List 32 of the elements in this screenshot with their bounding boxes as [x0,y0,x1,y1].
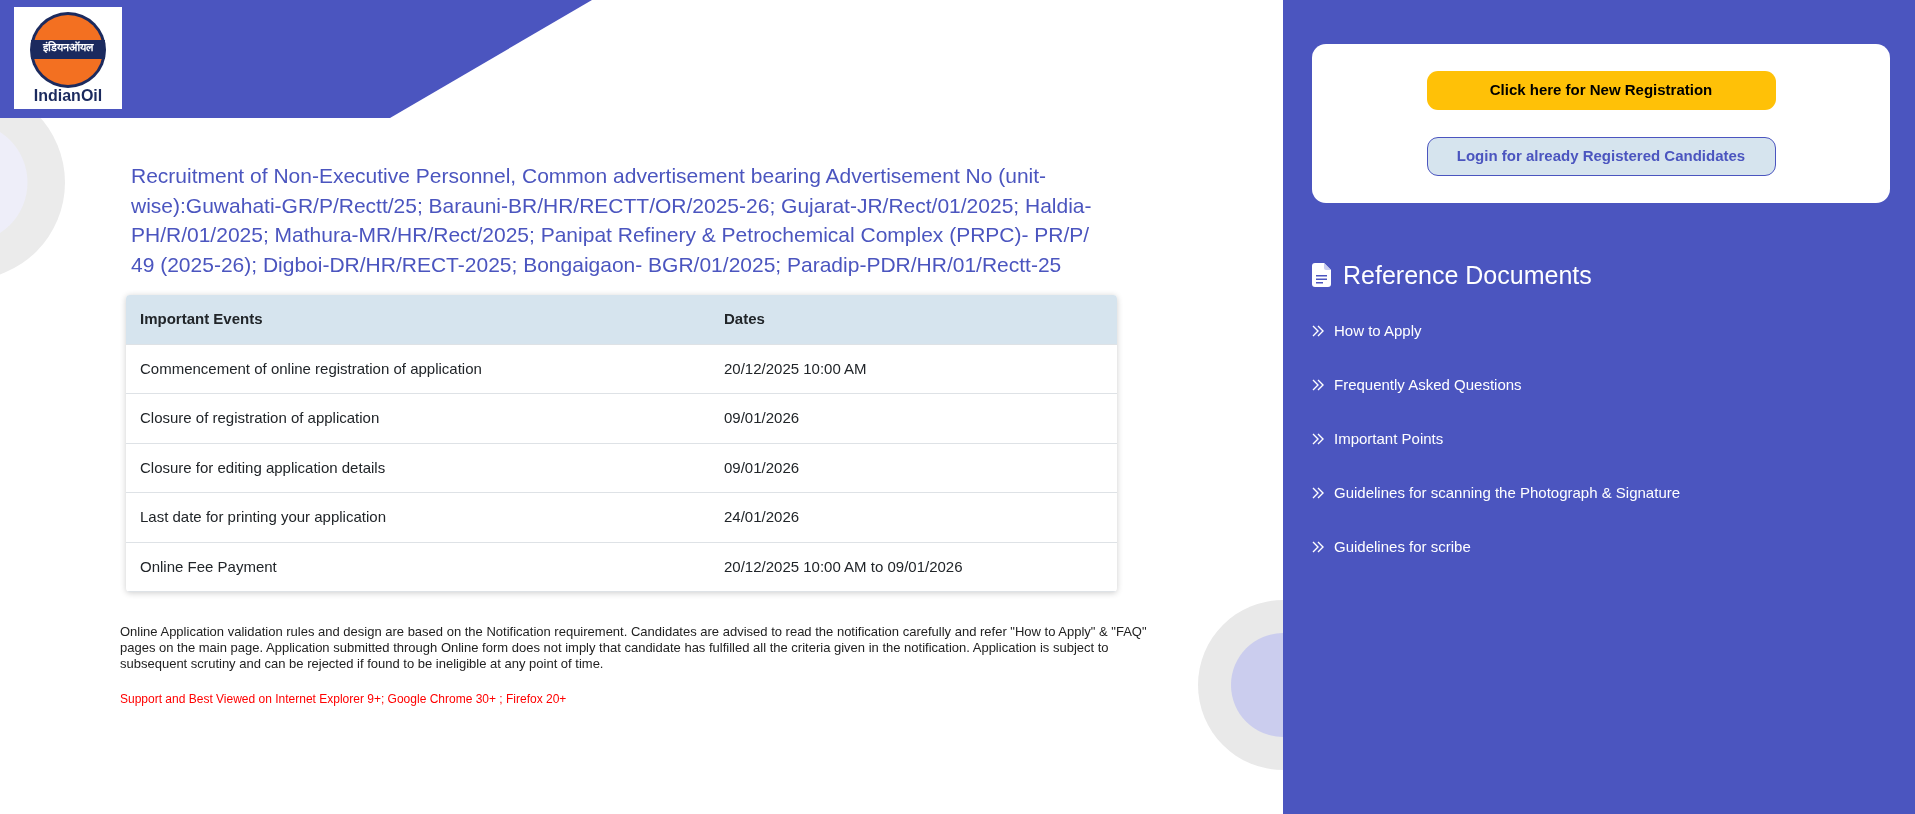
double-chevron-icon [1312,325,1324,337]
column-header: Important Events [126,295,710,344]
column-header: Dates [710,295,1117,344]
document-link[interactable]: Important Points [1312,412,1890,466]
table-cell: Online Fee Payment [126,542,710,592]
document-link[interactable]: Guidelines for scribe [1312,520,1890,574]
document-link[interactable]: How to Apply [1312,304,1890,358]
table-cell: 20/12/2025 10:00 AM [710,344,1117,394]
double-chevron-icon [1312,541,1324,553]
double-chevron-icon [1312,433,1324,445]
table-cell: Commencement of online registration of application [126,344,710,394]
page-title: Recruitment of Non-Executive Personnel, Common advertisement bearing Advertisement No (unit-wise):Guwahati-GR/P/Rectt/25; Barauni-BR/HR/RECTT/OR/2025-26; Gujarat-JR/Rect/01/2025; Haldia-PH/R/01/2025; Mathura-MR/HR/Rect/2025; Panipat Refinery & Petrochemical Complex (PRPC)- PR/P/ 49 (2025-26); Digboi-DR/HR/RECT-2025; Bongaigaon- BGR/01/2025; Paradip-PDR/HR/01/Rectt-25 [131,163,1093,278]
browser-support-text: Support and Best Viewed on Internet Explorer 9+; Google Chrome 30+ ; Firefox 20+ [120,691,567,708]
document-link[interactable]: Frequently Asked Questions [1312,358,1890,412]
table-cell: Last date for printing your application [126,492,710,542]
table-cell: 09/01/2026 [710,393,1117,443]
logo-emblem-icon [28,10,108,90]
table-cell: 24/01/2026 [710,492,1117,542]
document-icon [1312,263,1331,287]
notice-text: Online Application validation rules and design are based on the Notification requirement. Candidates are advised to read the notification carefully and refer "How to Apply" & "FAQ" pages on the main page. Application submitted through Online form does not imply that candidate has fulfilled all the criteria given in the notification. Application is subject to subsequent scrutiny and can be rejected if found to be ineligible at any point of time. [120,624,1148,672]
double-chevron-icon [1312,487,1324,499]
logo-text: IndianOil [32,87,104,105]
registration-button[interactable]: Click here for New Registration [1426,71,1776,110]
table-cell: 09/01/2026 [710,443,1117,493]
table-cell: Closure of registration of application [126,393,710,443]
logo-hindi-text: इंडियनऑयल [41,41,95,53]
login-button[interactable]: Login for already Registered Candidates [1426,137,1776,176]
document-link[interactable]: Guidelines for scanning the Photograph & Signature [1312,466,1890,520]
table-cell: Closure for editing application details [126,443,710,493]
section-heading: Reference Documents [1343,260,1592,290]
table-cell: 20/12/2025 10:00 AM to 09/01/2026 [710,542,1117,592]
double-chevron-icon [1312,379,1324,391]
